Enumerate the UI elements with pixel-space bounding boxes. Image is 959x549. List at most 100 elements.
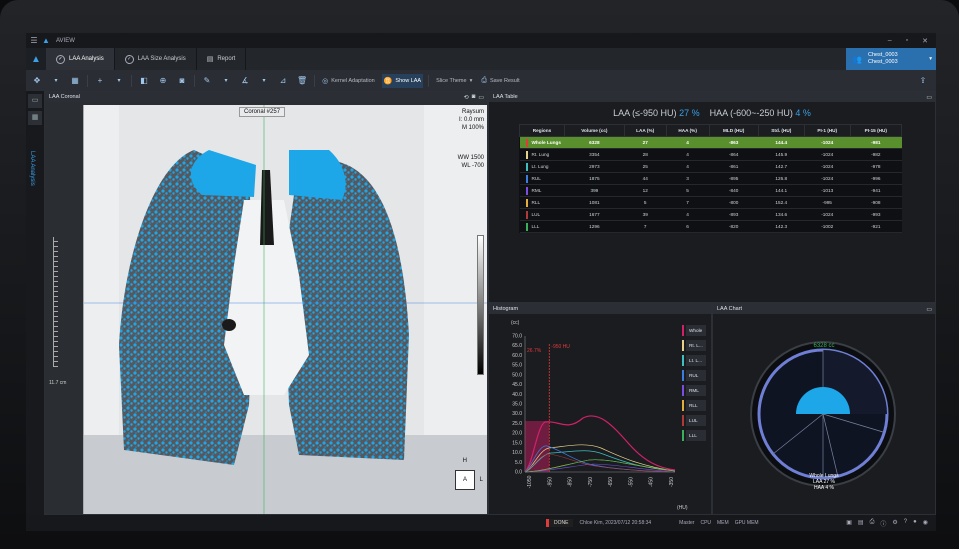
- show-laa-button[interactable]: ♊ Show LAA: [381, 73, 424, 88]
- minimize-icon[interactable]: –: [888, 37, 892, 45]
- maximize-icon[interactable]: ▫: [906, 37, 908, 45]
- legend-item[interactable]: RML: [682, 384, 706, 396]
- grid-icon[interactable]: ▦: [28, 111, 42, 125]
- tab-report[interactable]: ▤ Report: [197, 48, 247, 70]
- column-header[interactable]: Regions: [519, 124, 565, 137]
- slice-label: Coronal #257: [239, 107, 286, 117]
- kernel-adaptation-button[interactable]: ◎ Kernel Adaptation: [320, 74, 377, 88]
- x-tick-label: -950: [547, 477, 553, 487]
- legend-item[interactable]: Whole: [682, 324, 706, 336]
- region-cell: LLL: [519, 220, 565, 233]
- legend-item[interactable]: RUL: [682, 369, 706, 381]
- user-icon[interactable]: ◉: [923, 519, 928, 528]
- table-row[interactable]: Whole Lungs 6328 27 4 -863 144.4 -1024 -981: [519, 136, 902, 149]
- column-header[interactable]: HAA (%): [665, 124, 710, 137]
- value-cell: -1013: [804, 184, 851, 197]
- ruler-icon[interactable]: ✎: [200, 74, 214, 88]
- patient-selector[interactable]: 👥 Chest_0003 Chest_0003 ▾: [846, 48, 936, 70]
- zoom-icon[interactable]: ⊕: [156, 74, 170, 88]
- angle-icon[interactable]: ∡: [238, 74, 252, 88]
- table-row[interactable]: Rt. Lung 3354 28 4 -864 145.9 -1024 -982: [519, 148, 902, 161]
- bell-icon[interactable]: ●: [913, 519, 917, 528]
- reset-icon[interactable]: ⟲: [464, 94, 469, 101]
- monitor-icon[interactable]: ▭: [28, 94, 42, 108]
- camera-icon[interactable]: ◙: [472, 94, 476, 101]
- hamburger-icon[interactable]: ☰: [26, 36, 42, 45]
- color-swatch: [525, 174, 528, 183]
- region-name: LLL: [531, 223, 540, 229]
- value-cell: 4: [666, 136, 710, 149]
- gear-icon[interactable]: ⚙: [892, 519, 897, 528]
- value-cell: 142.7: [758, 160, 805, 173]
- render-mode: Raysum: [461, 109, 484, 115]
- window-level-icon[interactable]: ◧: [137, 74, 151, 88]
- tab-laa-analysis[interactable]: ✓ LAA Analysis: [46, 48, 115, 70]
- layout-icon[interactable]: ▦: [68, 74, 82, 88]
- slice-theme-dropdown[interactable]: Slice Theme ▾: [434, 74, 474, 88]
- check-circle-icon: ✓: [56, 54, 65, 64]
- dropdown-icon[interactable]: ▾: [49, 74, 63, 88]
- y-tick-label: 45.0: [512, 382, 522, 388]
- legend-item[interactable]: Lt. L...: [682, 354, 706, 366]
- ct-viewport[interactable]: Coronal #257 Raysum I: 0.0 mm M 100% WW …: [45, 102, 487, 514]
- table-row[interactable]: RUL 1875 44 3 -895 126.8 -1024 -996: [519, 172, 902, 185]
- legend-swatch: [682, 414, 684, 426]
- tab-label: LAA Size Analysis: [137, 56, 186, 62]
- value-cell: -941: [850, 184, 902, 197]
- chevron-down-icon[interactable]: ▾: [929, 56, 936, 63]
- screen-icon[interactable]: ▣: [846, 519, 852, 528]
- dropdown-icon[interactable]: ▾: [112, 74, 126, 88]
- column-header[interactable]: Std. (HU): [757, 124, 805, 137]
- column-header[interactable]: MLD (HU): [708, 124, 759, 137]
- column-header[interactable]: LAA (%): [623, 124, 667, 137]
- table-row[interactable]: Lt. Lung 2973 25 4 -861 142.7 -1024 -978: [519, 160, 902, 173]
- annotation-icon[interactable]: ⊿: [276, 74, 290, 88]
- maximize-icon[interactable]: ▭: [926, 94, 932, 101]
- orientation-cube[interactable]: A: [455, 470, 475, 490]
- check-circle-icon: ✓: [124, 54, 134, 64]
- table-row[interactable]: RML 399 12 5 -840 144.1 -1013 -941: [519, 184, 902, 197]
- app-home-icon[interactable]: ▲: [26, 48, 46, 70]
- table-row[interactable]: LUL 1677 39 4 -893 134.6 -1024 -993: [519, 208, 902, 221]
- legend-item[interactable]: LUL: [682, 414, 706, 426]
- column-header[interactable]: PI-1 (HU): [803, 124, 851, 137]
- y-tick-label: 25.0: [512, 421, 522, 427]
- legend-swatch: [682, 429, 684, 441]
- value-cell: 4: [666, 160, 710, 173]
- export-icon[interactable]: ⇪: [916, 74, 930, 88]
- lung-render: [84, 105, 487, 514]
- camera-icon[interactable]: ◙: [175, 74, 189, 88]
- dropdown-icon[interactable]: ▾: [219, 74, 233, 88]
- laa-table: Regions Volume (cc) LAA (%) HAA (%) MLD …: [519, 124, 903, 233]
- info-icon[interactable]: ⓘ: [880, 519, 886, 528]
- ct-image[interactable]: Coronal #257 Raysum I: 0.0 mm M 100% WW …: [83, 105, 487, 514]
- tab-laa-size-analysis[interactable]: ✓ LAA Size Analysis: [115, 48, 197, 70]
- legend-item[interactable]: Rt. L...: [682, 339, 706, 351]
- document-icon[interactable]: ▤: [858, 519, 864, 528]
- print-icon[interactable]: ⎙: [870, 519, 875, 528]
- haa-percent: 4 %: [795, 108, 811, 118]
- legend-item[interactable]: RLL: [682, 399, 706, 411]
- close-icon[interactable]: ✕: [922, 37, 928, 45]
- pan-icon[interactable]: ✥: [30, 74, 44, 88]
- dropdown-icon[interactable]: ▾: [257, 74, 271, 88]
- region-cell: Whole Lungs: [519, 136, 565, 149]
- crosshair-icon[interactable]: +: [93, 74, 107, 88]
- legend-item[interactable]: LLL: [682, 429, 706, 441]
- x-tick-label: -550: [628, 477, 634, 487]
- table-row[interactable]: RLL 1081 5 7 -800 152.4 -995 -908: [519, 196, 902, 209]
- trash-icon[interactable]: 🗑: [295, 74, 309, 88]
- table-row[interactable]: LLL 1296 7 6 -820 142.3 -1002 -921: [519, 220, 902, 233]
- maximize-icon[interactable]: ▭: [926, 306, 932, 313]
- column-header[interactable]: PI-15 (HU): [849, 124, 903, 137]
- save-result-button[interactable]: ⎙ Save Result: [479, 74, 521, 88]
- histogram-chart[interactable]: 70.0 65.0 60.0 55.0 50.0 45.0 40.0 35.0 30.0 25.0…: [489, 314, 711, 504]
- column-header[interactable]: Volume (cc): [564, 124, 625, 137]
- left-rail-label[interactable]: LAA Analysis: [29, 151, 35, 186]
- value-cell: 144.1: [758, 184, 805, 197]
- maximize-icon[interactable]: ▭: [478, 94, 484, 101]
- laa-threshold-label: LAA (≤-950 HU): [613, 108, 677, 118]
- divider: [131, 74, 132, 87]
- value-cell: 28: [624, 148, 667, 161]
- help-icon[interactable]: ?: [904, 519, 907, 528]
